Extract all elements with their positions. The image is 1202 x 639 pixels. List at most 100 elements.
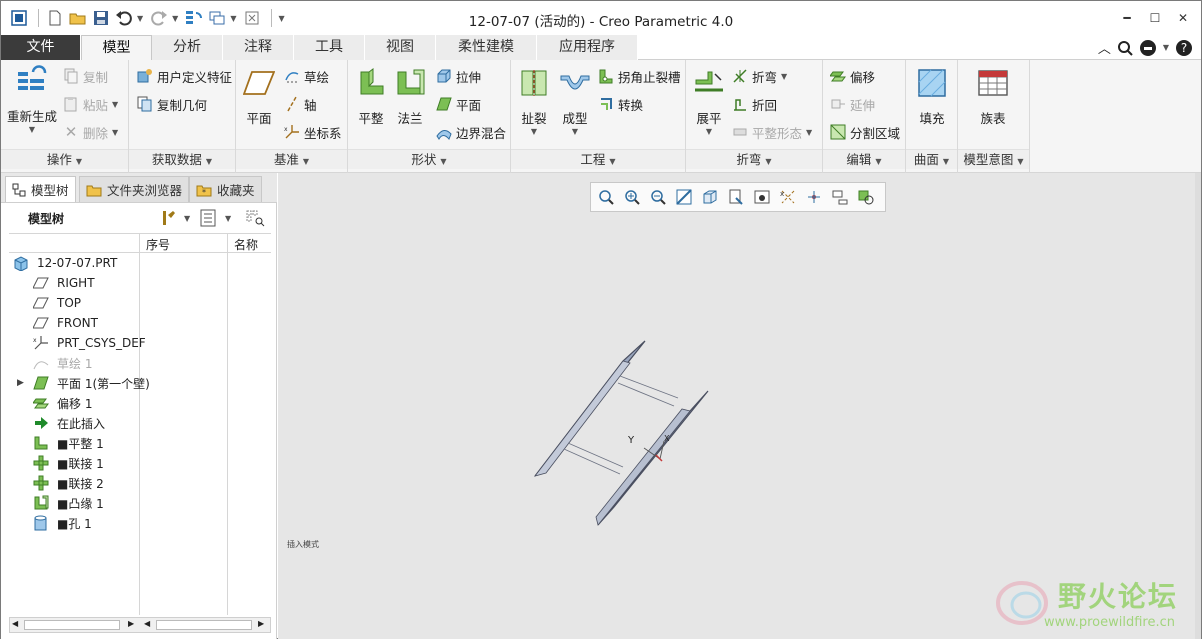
tree-node-csys[interactable]: x PRT_CSYS_DEF xyxy=(33,333,146,353)
paste-dropdown-icon[interactable]: ▼ xyxy=(112,100,118,109)
show-dropdown-icon[interactable]: ▼ xyxy=(225,214,231,223)
regenerate-dropdown-icon[interactable]: ▼ xyxy=(29,125,35,134)
tree-node-offset[interactable]: 偏移 1 xyxy=(33,393,92,413)
tab-view[interactable]: 视图 xyxy=(365,35,436,60)
tree-node-flat[interactable]: ■平整 1 xyxy=(33,433,104,453)
copy-geometry-button[interactable]: 复制几何 xyxy=(137,93,207,115)
app-icon[interactable] xyxy=(9,8,29,28)
tree-node-joint-1[interactable]: ■联接 1 xyxy=(33,453,104,473)
scroll-left-icon-2[interactable]: ◀ xyxy=(144,619,150,628)
close-window-icon[interactable] xyxy=(242,8,262,28)
group-get-data-label[interactable]: 获取数据 ▼ xyxy=(129,149,235,169)
boundary-blend-button[interactable]: 边界混合 xyxy=(436,121,506,143)
tree-settings-icon[interactable] xyxy=(159,209,177,230)
rip-dropdown-icon[interactable]: ▼ xyxy=(531,127,537,136)
delete-dropdown-icon[interactable]: ▼ xyxy=(112,128,118,137)
bend-back-button[interactable]: 折回 xyxy=(732,93,777,115)
form-dropdown-icon[interactable]: ▼ xyxy=(572,127,578,136)
tree-node-flange[interactable]: ■凸缘 1 xyxy=(33,493,104,513)
tab-analysis[interactable]: 分析 xyxy=(152,35,223,60)
help-icon[interactable]: ? xyxy=(1175,39,1193,57)
tree-node-joint-2[interactable]: ■联接 2 xyxy=(33,473,104,493)
tab-model-tree[interactable]: 模型树 xyxy=(5,176,76,202)
tab-favorites[interactable]: * 收藏夹 xyxy=(189,176,262,202)
planar-button[interactable]: 平面 xyxy=(436,93,481,115)
open-icon[interactable] xyxy=(68,8,88,28)
customize-icon[interactable]: ▼ xyxy=(278,14,284,23)
offset-button[interactable]: 偏移 xyxy=(829,65,875,87)
tab-file[interactable]: 文件 xyxy=(1,35,81,60)
undo-icon[interactable] xyxy=(114,8,134,28)
bend-button[interactable]: 折弯 ▼ xyxy=(732,65,787,87)
group-editing-label[interactable]: 编辑 ▼ xyxy=(823,149,905,169)
csys-button[interactable]: x 坐标系 xyxy=(284,121,342,143)
save-icon[interactable] xyxy=(91,8,111,28)
regenerate-button[interactable]: 重新生成 ▼ xyxy=(7,64,57,134)
tree-node-hole[interactable]: ■孔 1 xyxy=(33,513,92,533)
sketch-button[interactable]: 草绘 xyxy=(284,65,329,87)
ptc-community-icon[interactable] xyxy=(1139,39,1157,57)
unbend-dropdown-icon[interactable]: ▼ xyxy=(706,127,712,136)
paste-button[interactable]: 粘贴 ▼ xyxy=(63,93,118,115)
tree-node-planar-wall[interactable]: ▶ 平面 1(第一个壁) xyxy=(17,373,150,393)
group-surfaces-label[interactable]: 曲面 ▼ xyxy=(906,149,957,169)
group-engineering-label[interactable]: 工程 ▼ xyxy=(511,149,685,169)
unbend-button[interactable]: 展平 ▼ xyxy=(692,66,726,136)
convert-button[interactable]: 转换 xyxy=(598,93,643,115)
flat-state-button[interactable]: 平整形态 ▼ xyxy=(732,121,812,143)
group-shapes-label[interactable]: 形状 ▼ xyxy=(348,149,510,169)
show-icon[interactable] xyxy=(200,209,216,230)
model-viewport[interactable]: Y X xyxy=(278,173,1201,639)
family-table-button[interactable]: 族表 xyxy=(976,66,1010,127)
tree-node-front[interactable]: FRONT xyxy=(33,313,98,333)
group-bends-label[interactable]: 折弯 ▼ xyxy=(686,149,822,169)
tree-node-part[interactable]: 12-07-07.PRT xyxy=(13,253,117,273)
copy-button[interactable]: 复制 xyxy=(63,65,108,87)
redo-dropdown-icon[interactable]: ▼ xyxy=(172,14,178,23)
form-button[interactable]: 成型 ▼ xyxy=(558,66,592,136)
redo-icon[interactable] xyxy=(149,8,169,28)
tree-node-sketch[interactable]: 草绘 1 xyxy=(33,353,92,373)
scroll-right-icon-2[interactable]: ▶ xyxy=(258,619,264,628)
bend-dropdown-icon[interactable]: ▼ xyxy=(781,72,787,81)
scroll-thumb[interactable] xyxy=(24,620,120,630)
graphics-window[interactable]: x Y X 插入模式 野火论坛 www.proewildfire.cn xyxy=(278,173,1201,639)
tree-node-insert-here[interactable]: 在此插入 xyxy=(33,413,105,433)
tab-annotate[interactable]: 注释 xyxy=(223,35,294,60)
group-operations-label[interactable]: 操作 ▼ xyxy=(1,149,128,169)
flange-button[interactable]: 法兰 xyxy=(393,66,427,127)
tab-flexible-modeling[interactable]: 柔性建模 xyxy=(436,35,537,60)
scroll-right-icon[interactable]: ▶ xyxy=(128,619,134,628)
search-icon[interactable] xyxy=(1117,40,1133,56)
column-header-number[interactable]: 序号 xyxy=(146,236,170,253)
tab-tools[interactable]: 工具 xyxy=(294,35,365,60)
maximize-icon[interactable]: ☐ xyxy=(1141,9,1169,27)
fill-button[interactable]: 填充 xyxy=(915,66,949,127)
tree-filter-icon[interactable] xyxy=(246,209,266,230)
udf-button[interactable]: 用户定义特征 xyxy=(137,65,232,87)
split-area-button[interactable]: 分割区域 xyxy=(830,121,900,143)
new-icon[interactable] xyxy=(45,8,65,28)
undo-dropdown-icon[interactable]: ▼ xyxy=(137,14,143,23)
scroll-left-icon[interactable]: ◀ xyxy=(12,619,18,628)
tree-horizontal-scrollbar[interactable]: ◀ ▶ ◀ ▶ xyxy=(9,617,271,633)
tab-applications[interactable]: 应用程序 xyxy=(537,35,638,60)
rip-button[interactable]: 扯裂 ▼ xyxy=(517,66,551,136)
group-datum-label[interactable]: 基准 ▼ xyxy=(236,149,347,169)
tree-settings-dropdown-icon[interactable]: ▼ xyxy=(184,214,190,223)
windows-dropdown-icon[interactable]: ▼ xyxy=(230,14,236,23)
delete-button[interactable]: ✕ 删除 ▼ xyxy=(63,121,118,143)
tab-model[interactable]: 模型 xyxy=(81,35,152,61)
column-header-name[interactable]: 名称 xyxy=(234,236,258,253)
flat-state-dropdown-icon[interactable]: ▼ xyxy=(806,128,812,137)
plane-button[interactable]: 平面 xyxy=(242,66,276,127)
close-icon[interactable]: ✕ xyxy=(1169,9,1197,27)
minimize-icon[interactable]: ━ xyxy=(1113,9,1141,27)
collapse-ribbon-icon[interactable]: ︿ xyxy=(1098,38,1111,57)
group-model-intent-label[interactable]: 模型意图 ▼ xyxy=(958,149,1029,169)
regenerate-icon[interactable] xyxy=(184,8,204,28)
corner-relief-button[interactable]: 拐角止裂槽 xyxy=(598,65,681,87)
sheet-metal-part[interactable] xyxy=(533,340,709,526)
windows-icon[interactable] xyxy=(207,8,227,28)
extend-button[interactable]: 延伸 xyxy=(830,93,875,115)
